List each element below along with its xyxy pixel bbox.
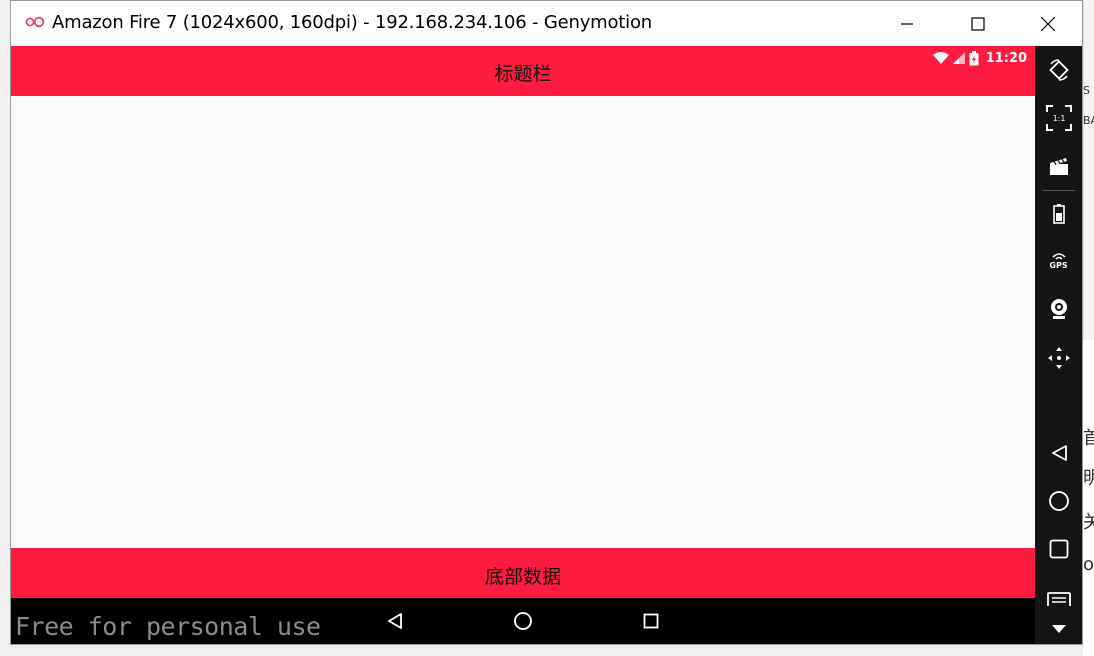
genymotion-logo-icon — [25, 16, 45, 28]
minimize-icon — [901, 22, 913, 25]
window-titlebar[interactable]: Amazon Fire 7 (1024x600, 160dpi) - 192.1… — [11, 1, 1082, 46]
sidebar-menu-button[interactable] — [1035, 576, 1082, 606]
screencast-icon — [1049, 158, 1068, 175]
background-window-peek: S BA 首 明 关 o — [1083, 0, 1094, 656]
recents-square-icon — [643, 613, 659, 629]
background-text: 关 — [1083, 512, 1094, 533]
background-text: S — [1083, 84, 1090, 97]
app-bottom-bar: 底部数据 — [11, 548, 1035, 598]
status-bar: 11:20 — [932, 49, 1027, 67]
recents-icon — [1049, 539, 1068, 559]
dpad-button[interactable] — [1035, 338, 1082, 378]
nav-home-button[interactable] — [511, 609, 535, 633]
watermark-text: Free for personal use — [15, 612, 321, 641]
genymotion-window: Amazon Fire 7 (1024x600, 160dpi) - 192.1… — [10, 0, 1083, 645]
dpad-icon — [1047, 347, 1070, 369]
sidebar-recents-button[interactable] — [1035, 529, 1082, 569]
app-content-area — [11, 96, 1035, 548]
home-icon — [1048, 491, 1069, 511]
scroll-down-icon — [1051, 625, 1066, 633]
close-button[interactable] — [1025, 1, 1071, 46]
wifi-icon — [932, 51, 949, 64]
screencast-button[interactable] — [1035, 146, 1082, 186]
background-text: BA — [1083, 114, 1094, 127]
sidebar-back-button[interactable] — [1035, 433, 1082, 473]
gps-button[interactable]: GPS — [1035, 241, 1082, 281]
battery-button[interactable] — [1035, 194, 1082, 234]
status-clock: 11:20 — [985, 50, 1027, 66]
back-triangle-icon — [388, 613, 402, 629]
nav-recents-button[interactable] — [639, 609, 663, 633]
app-title: 标题栏 — [494, 63, 552, 85]
signal-icon — [952, 52, 965, 64]
genymotion-sidebar: 1:1 GPS — [1035, 46, 1082, 644]
rotate-button[interactable] — [1035, 50, 1082, 90]
pixel-perfect-icon: 1:1 — [1045, 105, 1072, 131]
minimize-button[interactable] — [884, 1, 930, 46]
nav-back-button[interactable] — [383, 609, 407, 633]
webcam-button[interactable] — [1035, 289, 1082, 329]
maximize-button[interactable] — [955, 1, 1001, 46]
android-nav-bar: Free for personal use — [11, 598, 1035, 644]
webcam-icon — [1050, 299, 1067, 319]
back-icon — [1051, 445, 1067, 461]
background-panel — [1083, 0, 1094, 340]
app-title-bar: 标题栏 11:20 — [11, 46, 1035, 96]
pixel-perfect-label: 1:1 — [1052, 114, 1065, 123]
close-icon — [1040, 16, 1056, 31]
sidebar-separator — [1042, 190, 1075, 191]
menu-icon — [1046, 592, 1071, 606]
gps-label: GPS — [1049, 261, 1068, 270]
battery-charging-icon — [969, 50, 979, 65]
device-screen[interactable]: 标题栏 11:20 底部数据 Free for personal use — [11, 46, 1035, 644]
battery-icon — [1052, 204, 1065, 224]
background-text: 明 — [1083, 468, 1094, 489]
bottom-bar-text: 底部数据 — [484, 566, 561, 588]
rotate-icon — [1048, 59, 1069, 81]
gps-icon — [1051, 253, 1066, 260]
pixel-perfect-button[interactable]: 1:1 — [1035, 98, 1082, 138]
scroll-down-button[interactable] — [1035, 614, 1082, 644]
maximize-icon — [971, 16, 985, 31]
home-circle-icon — [514, 612, 532, 630]
sidebar-home-button[interactable] — [1035, 481, 1082, 521]
window-title: Amazon Fire 7 (1024x600, 160dpi) - 192.1… — [52, 12, 652, 33]
background-text: o — [1083, 554, 1094, 575]
background-text: 首 — [1083, 428, 1094, 449]
